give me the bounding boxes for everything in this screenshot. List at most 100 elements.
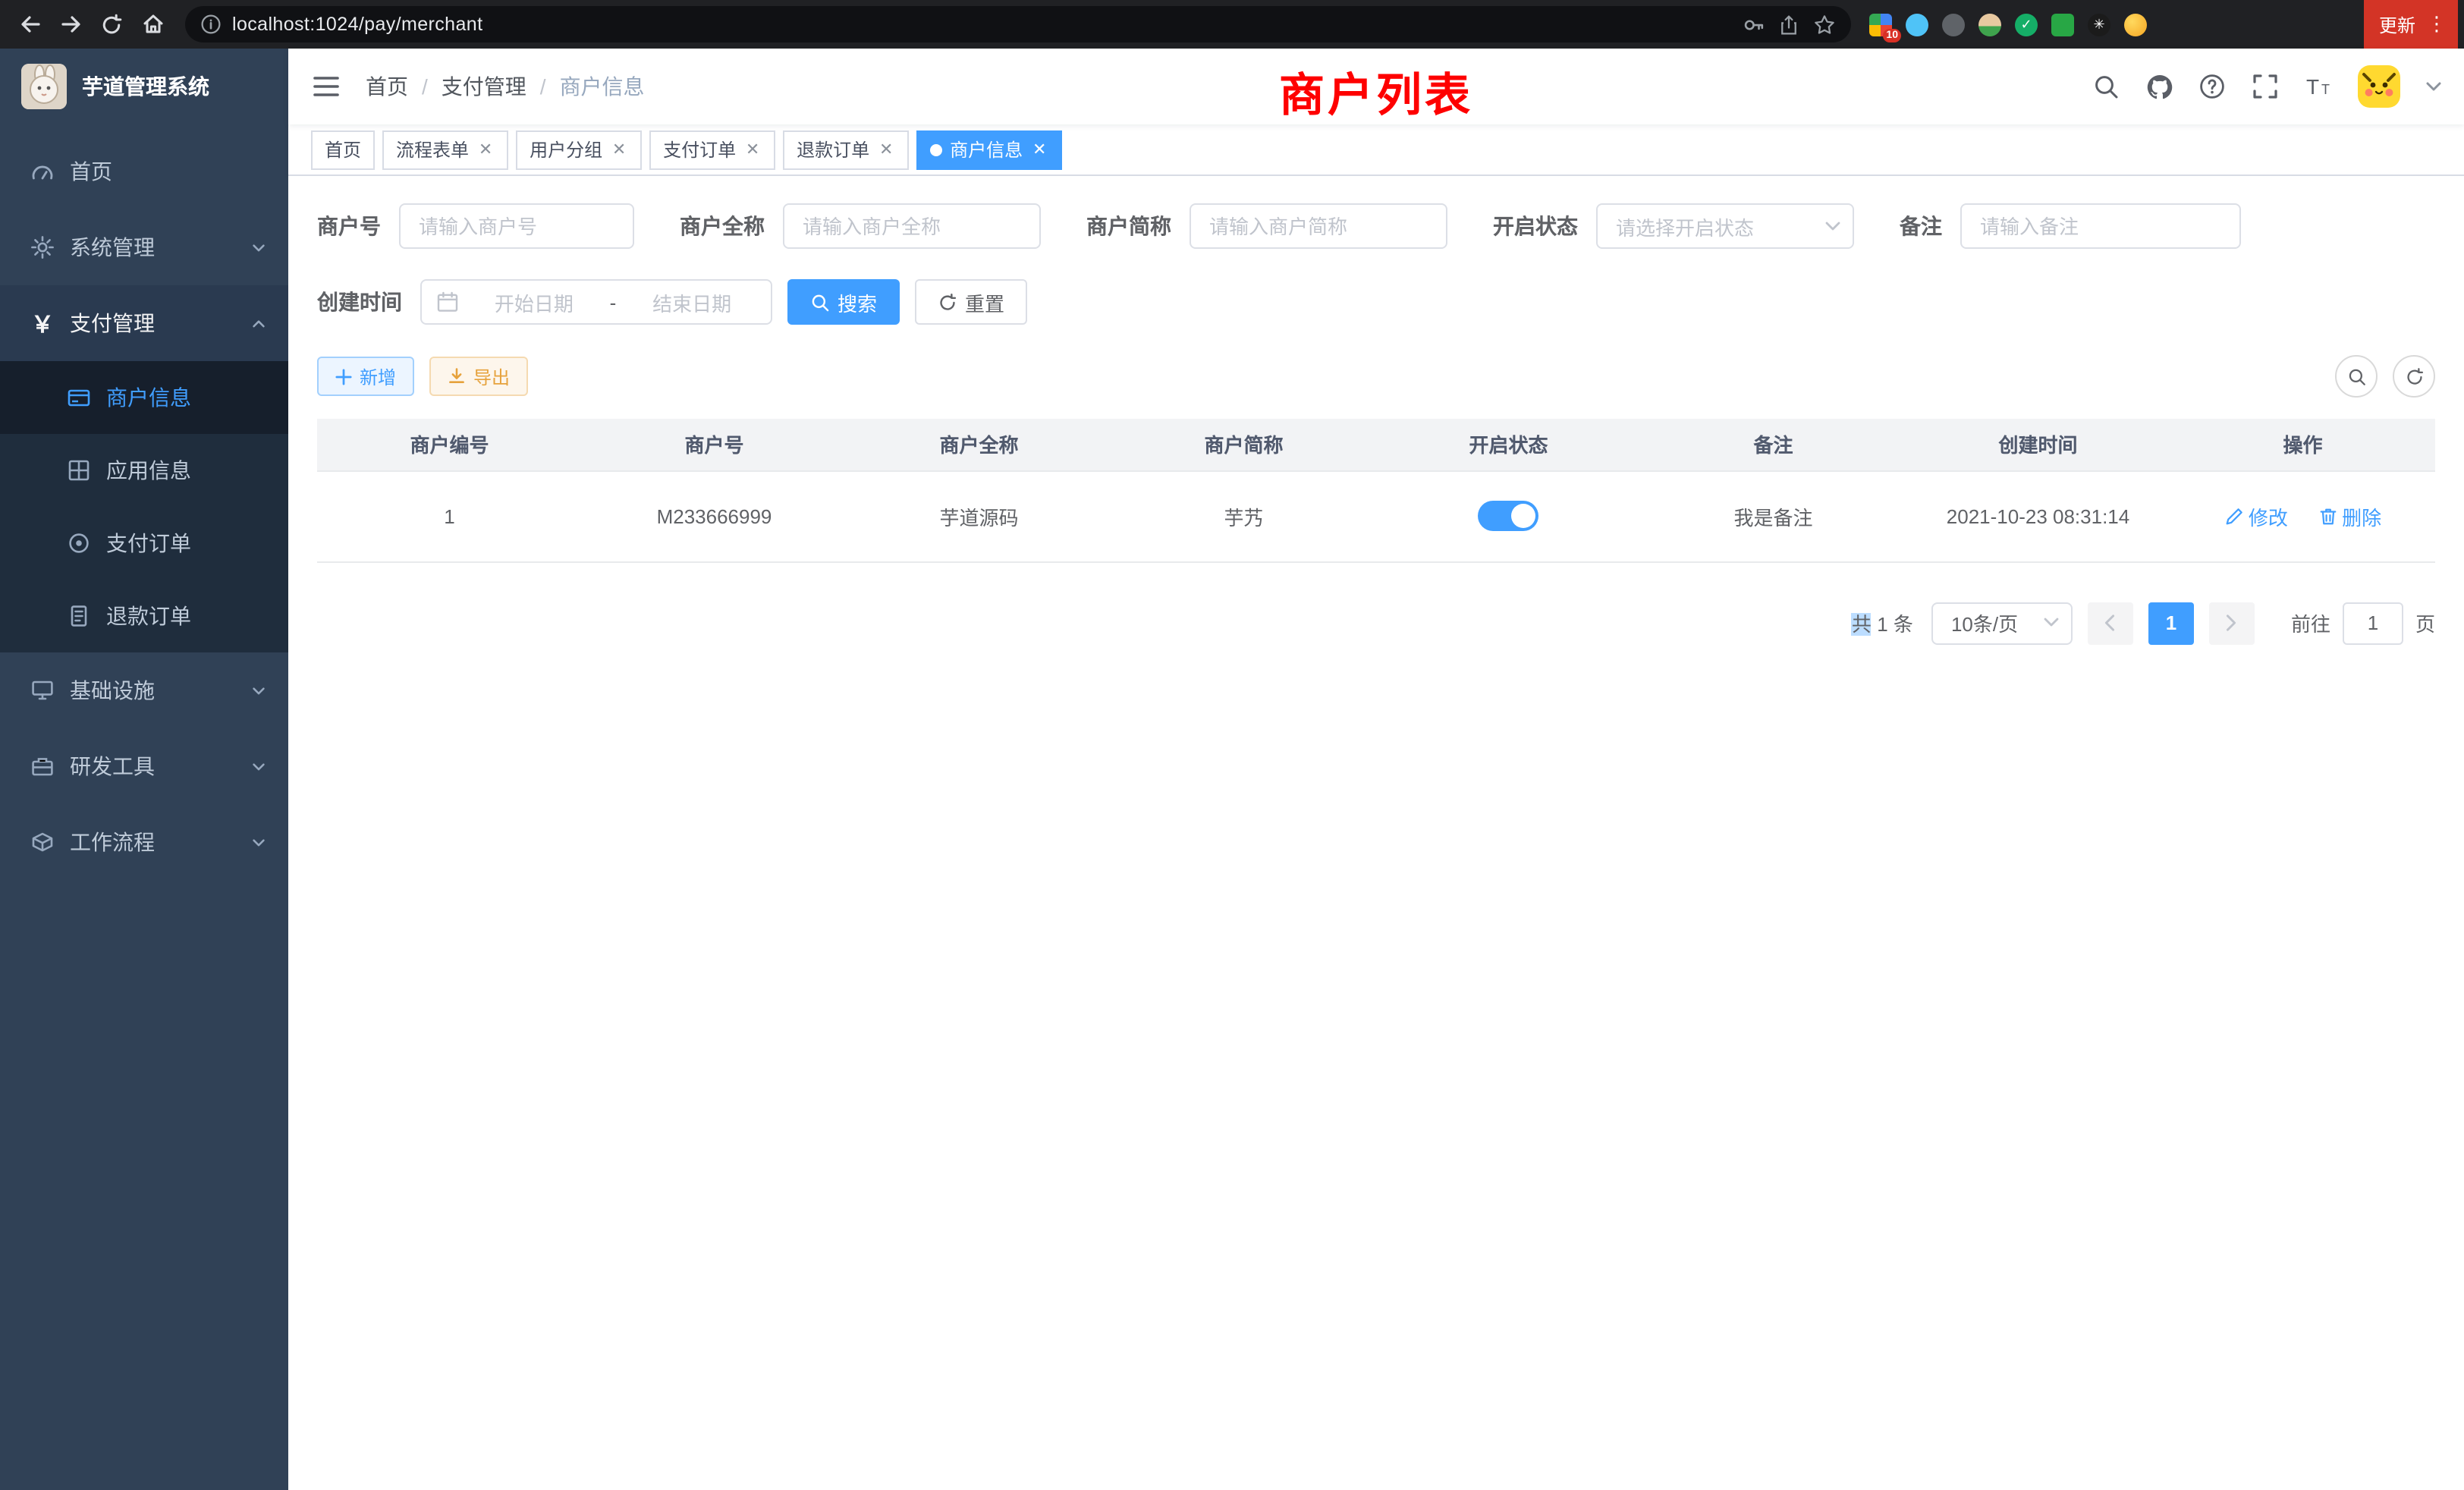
sidebar-item-label: 支付订单 — [106, 528, 191, 558]
edit-button[interactable]: 修改 — [2224, 501, 2288, 530]
search-icon[interactable] — [2092, 73, 2120, 100]
export-button[interactable]: 导出 — [429, 357, 528, 396]
delete-button[interactable]: 删除 — [2318, 501, 2381, 530]
breadcrumb-item-payment[interactable]: 支付管理 — [442, 71, 526, 102]
goto-page-input[interactable] — [2343, 602, 2403, 644]
extension-green-circle-icon[interactable]: ✓ — [2015, 13, 2038, 36]
tab-label: 流程表单 — [396, 137, 469, 162]
sidebar-item-payment[interactable]: ￥ 支付管理 — [0, 285, 288, 361]
full-name-input[interactable] — [783, 203, 1041, 249]
font-size-icon[interactable]: TT — [2305, 73, 2332, 100]
chevron-up-icon — [250, 315, 267, 332]
sidebar-toggle-button[interactable] — [311, 71, 341, 102]
sidebar-item-label: 支付管理 — [70, 308, 155, 338]
prev-page-button[interactable] — [2088, 602, 2133, 644]
user-menu-caret-icon[interactable] — [2426, 81, 2441, 92]
bookmark-star-icon[interactable] — [1813, 13, 1836, 36]
extension-emoji-icon[interactable] — [2124, 13, 2147, 36]
close-icon[interactable]: ✕ — [877, 140, 895, 159]
tab-home[interactable]: 首页 — [311, 130, 375, 169]
browser-refresh-icon[interactable] — [91, 4, 132, 45]
tab-user-group[interactable]: 用户分组 ✕ — [516, 130, 642, 169]
calendar-icon — [437, 291, 458, 313]
pagination-total: 共 1 条 — [1852, 608, 1913, 637]
status-label: 开启状态 — [1493, 211, 1578, 241]
status-select[interactable]: 请选择开启状态 — [1596, 203, 1854, 249]
short-name-input[interactable] — [1190, 203, 1447, 249]
extension-pinwheel-icon[interactable]: ✳ — [2088, 13, 2110, 36]
cell-remark: 我是备注 — [1641, 470, 1906, 561]
app-logo[interactable]: 芋道管理系统 — [0, 49, 288, 124]
sidebar-item-merchant-info[interactable]: 商户信息 — [0, 361, 288, 434]
page-size-select[interactable]: 10条/页 — [1931, 602, 2073, 644]
sidebar-item-label: 首页 — [70, 156, 112, 187]
sidebar-item-system[interactable]: 系统管理 — [0, 209, 288, 285]
date-start-placeholder[interactable]: 开始日期 — [470, 288, 598, 316]
sidebar-item-app-info[interactable]: 应用信息 — [0, 434, 288, 507]
browser-forward-icon[interactable] — [50, 4, 91, 45]
extension-green-square-icon[interactable] — [2051, 13, 2074, 36]
browser-home-icon[interactable] — [132, 4, 173, 45]
share-icon[interactable] — [1778, 13, 1799, 36]
tab-merchant-info[interactable]: 商户信息 ✕ — [916, 130, 1062, 169]
browser-menu-icon[interactable]: ⋮ — [2426, 12, 2447, 36]
status-toggle[interactable] — [1479, 501, 1539, 531]
tab-label: 首页 — [325, 137, 361, 162]
merchant-no-input[interactable] — [399, 203, 634, 249]
close-icon[interactable]: ✕ — [1030, 140, 1048, 159]
trash-icon — [2318, 506, 2337, 526]
dashboard-icon — [30, 159, 55, 184]
extension-drop-icon[interactable] — [1906, 13, 1928, 36]
sidebar-item-dev-tools[interactable]: 研发工具 — [0, 728, 288, 804]
edit-button-label: 修改 — [2249, 501, 2288, 530]
breadcrumb-item-merchant: 商户信息 — [560, 71, 645, 102]
close-icon[interactable]: ✕ — [743, 140, 762, 159]
tab-refund-order[interactable]: 退款订单 ✕ — [783, 130, 909, 169]
page-content: 商户号 商户全称 商户简称 开启状态 请选择开启状态 — [288, 176, 2464, 1490]
merchant-no-label: 商户号 — [317, 211, 381, 241]
user-avatar[interactable] — [2358, 65, 2400, 108]
pagination-total-prefix: 共 — [1852, 613, 1872, 636]
table-row: 1 M233666999 芋道源码 芋艿 我是备注 2021-10-23 08:… — [317, 470, 2435, 561]
fullscreen-icon[interactable] — [2252, 73, 2279, 100]
extension-avatar-icon[interactable] — [1978, 13, 2001, 36]
breadcrumb-item-home[interactable]: 首页 — [366, 71, 408, 102]
address-bar[interactable]: localhost:1024/pay/merchant — [185, 6, 1851, 42]
browser-back-icon[interactable] — [9, 4, 50, 45]
sidebar-item-label: 基础设施 — [70, 675, 155, 706]
column-header: 商户简称 — [1111, 419, 1376, 470]
next-page-button[interactable] — [2209, 602, 2255, 644]
refresh-table-button[interactable] — [2393, 355, 2435, 398]
sidebar-item-pay-order[interactable]: 支付订单 — [0, 507, 288, 580]
browser-update-button[interactable]: 更新 — [2379, 11, 2415, 37]
github-icon[interactable] — [2145, 73, 2173, 100]
site-info-icon[interactable] — [200, 14, 222, 35]
sidebar-item-home[interactable]: 首页 — [0, 134, 288, 209]
navbar-actions: TT — [2092, 65, 2441, 108]
add-button-label: 新增 — [360, 363, 396, 389]
breadcrumb-separator: / — [422, 74, 428, 99]
extension-dark-icon[interactable] — [1942, 13, 1965, 36]
help-icon[interactable] — [2198, 73, 2226, 100]
close-icon[interactable]: ✕ — [476, 140, 495, 159]
sidebar-item-infrastructure[interactable]: 基础设施 — [0, 652, 288, 728]
sidebar-item-refund-order[interactable]: 退款订单 — [0, 580, 288, 652]
date-end-placeholder[interactable]: 结束日期 — [628, 288, 756, 316]
sidebar-item-workflow[interactable]: 工作流程 — [0, 804, 288, 880]
url-text[interactable]: localhost:1024/pay/merchant — [232, 14, 1742, 35]
search-button[interactable]: 搜索 — [787, 279, 900, 325]
reset-button[interactable]: 重置 — [915, 279, 1027, 325]
tab-pay-order[interactable]: 支付订单 ✕ — [649, 130, 775, 169]
top-navbar: 首页 / 支付管理 / 商户信息 — [288, 49, 2464, 124]
create-time-range-picker[interactable]: 开始日期 - 结束日期 — [420, 279, 772, 325]
column-header: 备注 — [1641, 419, 1906, 470]
toggle-search-button[interactable] — [2335, 355, 2378, 398]
cell-status — [1376, 470, 1641, 561]
password-key-icon[interactable] — [1742, 13, 1765, 36]
add-button[interactable]: 新增 — [317, 357, 414, 396]
tab-process-form[interactable]: 流程表单 ✕ — [382, 130, 508, 169]
page-number-button[interactable]: 1 — [2148, 602, 2194, 644]
extension-grid-icon[interactable]: 10 — [1869, 13, 1892, 36]
close-icon[interactable]: ✕ — [610, 140, 628, 159]
remark-input[interactable] — [1960, 203, 2241, 249]
